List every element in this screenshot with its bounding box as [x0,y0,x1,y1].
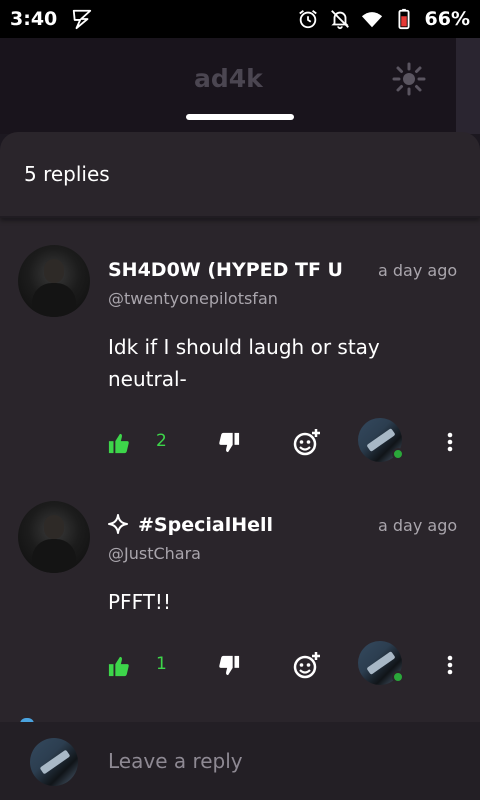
reply-input[interactable] [108,744,448,778]
status-time: 3:40 [10,8,58,30]
sun-icon [392,62,426,96]
comment-handle[interactable]: @JustChara [108,544,201,563]
more-options-icon[interactable] [440,653,460,677]
online-status-dot [392,448,404,460]
comment-handle[interactable]: @twentyonepilotsfan [108,289,278,308]
sheet-header: 5 replies [0,132,480,218]
reaction-avatar[interactable] [358,418,404,462]
background-app-title: ad4k [194,64,263,93]
replies-sheet: 5 replies SH4D0W (HYPED TF U a day ago @… [0,132,480,800]
like-icon[interactable] [108,655,130,677]
flash-icon [73,9,92,30]
comment-text: PFFT!! [108,590,171,614]
sparkle-icon [108,514,128,534]
avatar[interactable] [18,245,90,317]
alarm-icon [298,10,317,29]
more-options-icon[interactable] [440,430,460,454]
comment-timestamp: a day ago [378,261,458,280]
reply-bar [0,722,480,800]
like-count: 2 [156,431,167,451]
status-bar: 3:40 66% [0,0,480,38]
reaction-avatar[interactable] [358,641,404,685]
battery-percent: 66% [424,8,470,30]
like-icon[interactable] [108,432,130,454]
sheet-drag-handle[interactable] [186,114,294,120]
current-user-avatar [30,738,78,786]
dislike-icon[interactable] [218,432,240,454]
comment-actions: 2 [0,418,480,468]
replies-count: 5 replies [24,162,110,186]
dislike-icon[interactable] [218,655,240,677]
notifications-off-icon [330,10,349,30]
comment-text: Idk if I should laugh or stay neutral- [108,335,380,391]
comment-username[interactable]: #SpecialHell [138,514,273,536]
online-status-dot [392,671,404,683]
avatar[interactable] [18,501,90,573]
comment-actions: 1 [0,641,480,691]
background-app-edge [456,38,480,134]
wifi-icon [361,12,382,28]
add-reaction-icon[interactable] [293,651,321,679]
comment-timestamp: a day ago [378,516,458,535]
comment-username-row[interactable]: #SpecialHell [108,514,364,536]
battery-icon [398,8,410,30]
add-reaction-icon[interactable] [293,428,321,456]
comment-username[interactable]: SH4D0W (HYPED TF U [108,259,364,281]
like-count: 1 [156,654,167,674]
